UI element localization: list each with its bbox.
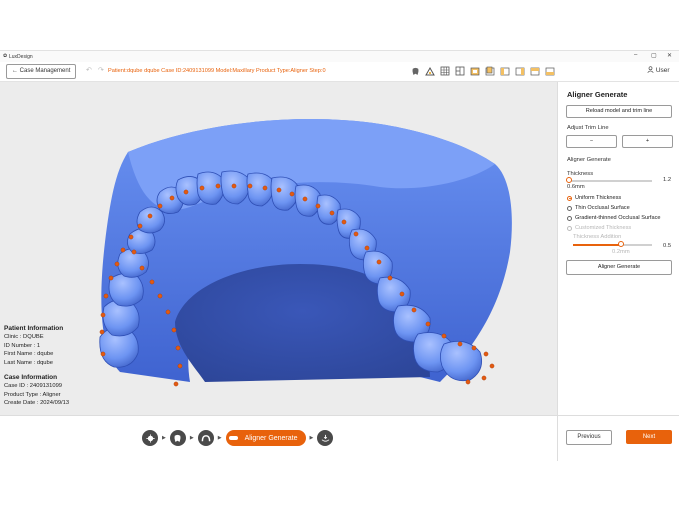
radio-gradient[interactable]	[567, 215, 572, 221]
id-number-value: ID Number : 1	[4, 342, 41, 349]
user-icon	[647, 66, 654, 73]
toolbar: ← Case Management ↶ ↷ Patient:dqube dqub…	[0, 62, 679, 82]
option-label: Gradient-thinned Occlusal Surface	[575, 215, 661, 221]
tooth-view-icon[interactable]	[409, 65, 421, 77]
close-button[interactable]: ✕	[667, 52, 672, 59]
trim-plus-button[interactable]: +	[622, 135, 673, 148]
arrow-icon: ▶	[162, 435, 166, 441]
option-uniform-thickness[interactable]: Uniform Thickness	[567, 195, 621, 201]
arrow-icon: ▶	[217, 435, 222, 441]
first-name-value: First Name : dqube	[4, 351, 54, 358]
aligner-step-icon	[228, 436, 238, 440]
case-info-heading: Case Information	[4, 374, 58, 381]
grid-icon[interactable]	[439, 65, 451, 77]
option-gradient-thinned[interactable]: Gradient-thinned Occlusal Surface	[567, 215, 661, 221]
title-bar: ✿ LuxDesign – ▢ ✕	[0, 51, 679, 62]
workflow-steps: ▶ ▶ ▶ Aligner Generate ▶	[142, 430, 334, 446]
arrow-icon: ▶	[309, 435, 314, 441]
option-label: Customized Thickness	[575, 225, 632, 231]
option-label: Thin Occlusal Surface	[575, 205, 630, 211]
thickness-addition-label: Thickness Addition	[573, 234, 622, 240]
layout-icon[interactable]	[454, 65, 466, 77]
case-info-line: Patient:dqube dqube Case ID:2409131099 M…	[108, 68, 326, 74]
step-export-icon[interactable]	[317, 430, 334, 446]
thickness-slider-handle[interactable]	[566, 177, 572, 183]
measure-icon[interactable]	[424, 65, 436, 77]
minimize-button[interactable]: –	[634, 52, 637, 58]
thickness-label: Thickness	[567, 171, 594, 177]
front-view-icon[interactable]	[469, 65, 481, 77]
radio-customized	[567, 225, 572, 231]
radio-uniform[interactable]	[567, 195, 572, 201]
workflow-bar: ▶ ▶ ▶ Aligner Generate ▶	[0, 415, 557, 461]
thickness-addition-value: 0.2mm	[612, 249, 630, 255]
patient-information: Patient Information Clinic : DQUBE ID Nu…	[4, 325, 63, 367]
undo-icon[interactable]: ↶	[86, 66, 92, 74]
bottom-view-icon[interactable]	[544, 65, 556, 77]
app-logo-icon: ✿	[3, 53, 8, 59]
trim-minus-button[interactable]: −	[566, 135, 617, 148]
right-view-icon[interactable]	[514, 65, 526, 77]
navigation-bar: Previous Next	[557, 415, 679, 461]
thickness-addition-fill	[573, 244, 620, 246]
radio-thin-occlusal[interactable]	[567, 205, 572, 211]
case-id-value: Case ID : 2409131099	[4, 383, 63, 390]
thickness-value: 0.6mm	[567, 184, 585, 190]
top-view-icon[interactable]	[529, 65, 541, 77]
thickness-max-label: 1.2	[663, 177, 672, 183]
option-thin-occlusal[interactable]: Thin Occlusal Surface	[567, 205, 630, 211]
adjust-trim-line-label: Adjust Trim Line	[567, 125, 609, 131]
step-tooth-icon[interactable]	[169, 430, 186, 446]
option-customized: Customized Thickness	[567, 225, 631, 231]
last-name-value: Last Name : dqube	[4, 359, 53, 366]
app-name: LuxDesign	[9, 54, 33, 60]
user-menu[interactable]: User	[647, 66, 670, 74]
next-button[interactable]: Next	[626, 430, 672, 444]
redo-icon[interactable]: ↷	[98, 66, 104, 74]
dental-model	[99, 119, 512, 387]
step-import-icon[interactable]	[142, 430, 158, 446]
patient-info-heading: Patient Information	[4, 325, 64, 332]
thickness-slider[interactable]	[568, 180, 652, 182]
user-label: User	[655, 67, 670, 74]
aligner-generate-panel: Aligner Generate Reload model and trim l…	[557, 82, 679, 415]
case-management-button[interactable]: ← Case Management	[6, 64, 77, 79]
thickness-addition-handle	[618, 241, 624, 247]
option-label: Uniform Thickness	[575, 195, 622, 201]
case-information: Case Information Case ID : 2409131099 Pr…	[4, 374, 69, 408]
app-window: ✿ LuxDesign – ▢ ✕ ← Case Management ↶ ↷ …	[0, 50, 679, 461]
arrow-icon: ▶	[189, 435, 194, 441]
thickness-addition-max: 0.5	[663, 243, 672, 249]
back-view-icon[interactable]	[484, 65, 496, 77]
panel-title: Aligner Generate	[567, 90, 628, 99]
active-step-label: Aligner Generate	[244, 434, 298, 442]
product-type-value: Product Type : Aligner	[4, 391, 61, 398]
aligner-generate-button[interactable]: Aligner Generate	[566, 260, 672, 275]
view-tools	[409, 65, 556, 77]
3d-viewport[interactable]: Patient Information Clinic : DQUBE ID Nu…	[0, 82, 557, 415]
left-view-icon[interactable]	[499, 65, 511, 77]
step-arch-icon[interactable]	[197, 430, 214, 446]
previous-button[interactable]: Previous	[566, 430, 612, 445]
reload-model-button[interactable]: Reload model and trim line	[566, 105, 672, 118]
aligner-generate-section-label: Aligner Generate	[567, 157, 611, 163]
maximize-button[interactable]: ▢	[651, 52, 657, 59]
step-aligner-generate[interactable]: Aligner Generate	[225, 430, 306, 446]
create-date-value: Create Date : 2024/09/13	[4, 400, 70, 407]
clinic-value: Clinic : DQUBE	[4, 334, 44, 341]
